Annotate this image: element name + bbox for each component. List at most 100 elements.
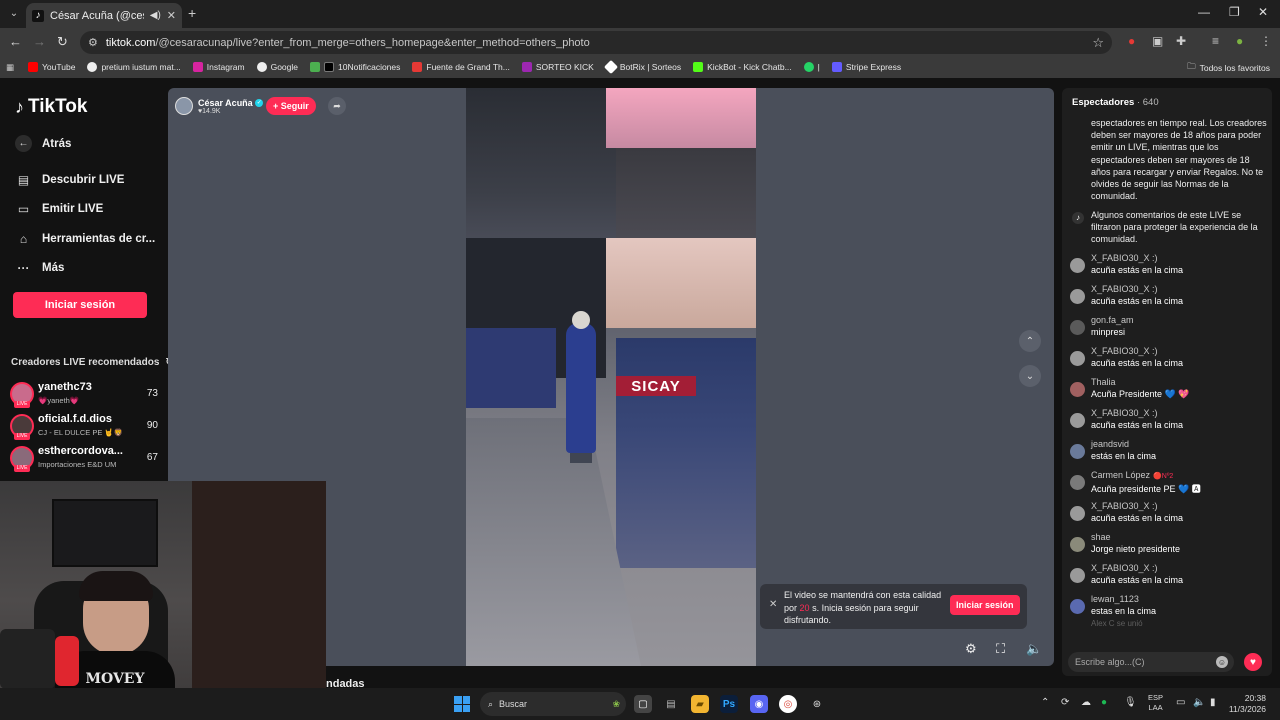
avatar[interactable] bbox=[1070, 382, 1085, 397]
forward-icon[interactable]: → bbox=[33, 34, 46, 49]
creator-item[interactable]: LIVE esthercordova... Importaciones E&D … bbox=[10, 444, 160, 474]
back-icon[interactable]: ← bbox=[9, 34, 22, 49]
chat-username[interactable]: X_FABIO30_X :) bbox=[1091, 346, 1158, 356]
browser-tab[interactable]: ♪ César Acuña (@cesaracuna ◀) ✕ bbox=[26, 3, 182, 28]
creator-item[interactable]: LIVE yanethc73 💗yaneth💗 73 bbox=[10, 380, 160, 410]
viewers-header[interactable]: Espectadores · 640 bbox=[1072, 97, 1159, 108]
discord-icon[interactable]: ◉ bbox=[750, 695, 768, 713]
tab-search-icon[interactable]: ⌄ bbox=[6, 5, 22, 21]
browser-menu-icon[interactable]: ⋮ bbox=[1260, 34, 1272, 48]
next-live-chevron-down-icon[interactable]: ⌄ bbox=[1019, 365, 1041, 387]
media-control-icon[interactable]: ≡ bbox=[1212, 34, 1219, 48]
login-button[interactable]: Iniciar sesión bbox=[13, 292, 147, 318]
tray-mic-icon[interactable]: 🎙 bbox=[1124, 697, 1137, 708]
follow-button[interactable]: + Seguir bbox=[266, 97, 316, 115]
chat-message[interactable]: gon.fa_am minpresi bbox=[1068, 315, 1268, 345]
emoji-icon[interactable]: ☺ bbox=[1216, 656, 1228, 668]
toast-login-button[interactable]: Iniciar sesión bbox=[950, 595, 1020, 615]
chat-message[interactable]: X_FABIO30_X :) acuña estás en la cima bbox=[1068, 501, 1268, 531]
bookmark-stripe[interactable]: Stripe Express bbox=[831, 62, 901, 72]
heart-gift-icon[interactable]: ♥ bbox=[1244, 653, 1262, 671]
url-field[interactable]: ⚙ tiktok.com/@cesaracunap/live?enter_fro… bbox=[80, 31, 1112, 54]
bookmark-instagram[interactable]: Instagram bbox=[192, 62, 245, 72]
audio-icon[interactable]: ◀) bbox=[150, 10, 161, 21]
sidebar-item-more[interactable]: ··· Más bbox=[15, 259, 65, 276]
sidebar-item-discover-live[interactable]: ▤ Descubrir LIVE bbox=[15, 171, 125, 188]
taskbar-clock[interactable]: 20:38 11/3/2026 bbox=[1226, 693, 1266, 715]
chat-username[interactable]: X_FABIO30_X :) bbox=[1091, 253, 1158, 263]
bookmark-pretium[interactable]: pretium iustum mat... bbox=[87, 62, 181, 72]
extension-red-icon[interactable]: ● bbox=[1128, 34, 1135, 48]
minimize-icon[interactable]: — bbox=[1198, 5, 1210, 19]
host-avatar[interactable] bbox=[175, 97, 193, 115]
avatar[interactable] bbox=[1070, 444, 1085, 459]
profile-avatar[interactable]: ● bbox=[1236, 34, 1243, 48]
avatar[interactable] bbox=[1070, 506, 1085, 521]
bookmark-botrix[interactable]: BotRix | Sorteos bbox=[603, 59, 681, 75]
chat-message[interactable]: jeandsvid estás en la cima bbox=[1068, 439, 1268, 469]
close-window-icon[interactable]: ✕ bbox=[1258, 5, 1268, 19]
back-link[interactable]: ← Atrás bbox=[15, 135, 71, 152]
chat-message[interactable]: Thalia Acuña Presidente 💙 💖 bbox=[1068, 377, 1268, 407]
taskbar-search[interactable]: ⌕ Buscar ❀ bbox=[480, 692, 626, 716]
share-icon[interactable]: ➦ bbox=[328, 97, 346, 115]
speaker-icon[interactable]: 🔈 bbox=[1193, 697, 1205, 708]
all-bookmarks-folder[interactable]: 🗀 Todos los favoritos bbox=[1187, 61, 1270, 75]
avatar[interactable] bbox=[1070, 475, 1085, 490]
avatar[interactable] bbox=[1070, 568, 1085, 583]
file-explorer-icon[interactable]: ▰ bbox=[691, 695, 709, 713]
chat-username[interactable]: X_FABIO30_X :) bbox=[1091, 284, 1158, 294]
avatar[interactable] bbox=[1070, 320, 1085, 335]
app-icon[interactable]: ⊛ bbox=[808, 695, 826, 713]
avatar[interactable] bbox=[1070, 351, 1085, 366]
chat-message[interactable]: X_FABIO30_X :) acuña estás en la cima bbox=[1068, 408, 1268, 438]
settings-gear-icon[interactable]: ⚙ bbox=[965, 641, 977, 657]
close-tab-icon[interactable]: ✕ bbox=[167, 9, 176, 22]
input-language[interactable]: ESP LAA bbox=[1148, 693, 1163, 713]
bookmark-google[interactable]: Google bbox=[256, 62, 298, 72]
bookmark-10notificaciones[interactable]: 10Notificaciones bbox=[310, 62, 400, 72]
bookmark-fuente[interactable]: Fuente de Grand Th... bbox=[412, 62, 510, 72]
tray-cloud-icon[interactable]: ☁ bbox=[1081, 697, 1091, 708]
tiktok-logo[interactable]: ♪ TikTok bbox=[15, 96, 87, 118]
chat-username[interactable]: shae bbox=[1091, 532, 1111, 542]
chrome-icon[interactable]: ◎ bbox=[779, 695, 797, 713]
previous-live-chevron-up-icon[interactable]: ⌃ bbox=[1019, 330, 1041, 352]
battery-icon[interactable]: ▮ bbox=[1210, 697, 1216, 708]
windows-start-icon[interactable] bbox=[454, 696, 470, 712]
chat-message[interactable]: shae Jorge nieto presidente bbox=[1068, 532, 1268, 562]
reload-icon[interactable]: ↻ bbox=[57, 34, 68, 50]
close-toast-icon[interactable]: ✕ bbox=[769, 599, 777, 610]
avatar[interactable] bbox=[1070, 599, 1085, 614]
chat-message[interactable]: X_FABIO30_X :) acuña estás en la cima bbox=[1068, 253, 1268, 283]
extensions-puzzle-icon[interactable]: ✚ bbox=[1176, 34, 1186, 48]
chat-username[interactable]: X_FABIO30_X :) bbox=[1091, 408, 1158, 418]
new-tab-icon[interactable]: + bbox=[188, 5, 196, 21]
chat-username[interactable]: Carmen López bbox=[1091, 470, 1150, 480]
photoshop-icon[interactable]: Ps bbox=[720, 695, 738, 713]
network-icon[interactable]: ▭ bbox=[1176, 697, 1185, 708]
chat-input[interactable]: Escribe algo...(C) ☺ bbox=[1068, 652, 1234, 672]
tray-app-icon[interactable]: ⟳ bbox=[1061, 697, 1069, 708]
chat-username[interactable]: X_FABIO30_X :) bbox=[1091, 501, 1158, 511]
fullscreen-icon[interactable]: ⛶ bbox=[996, 641, 1005, 657]
task-view-icon[interactable]: ▢ bbox=[634, 695, 652, 713]
bookmark-youtube[interactable]: YouTube bbox=[28, 62, 75, 72]
chat-message[interactable]: X_FABIO30_X :) acuña estás en la cima bbox=[1068, 346, 1268, 376]
bookmark-whatsapp[interactable]: | bbox=[803, 62, 820, 72]
widgets-icon[interactable]: ▤ bbox=[662, 695, 680, 713]
volume-icon[interactable]: 🔈 bbox=[1026, 641, 1042, 657]
chat-username[interactable]: jeandsvid bbox=[1091, 439, 1129, 449]
tray-green-icon[interactable]: ● bbox=[1101, 697, 1107, 708]
live-video[interactable]: SICAY bbox=[466, 88, 756, 666]
extension-box-icon[interactable]: ▣ bbox=[1152, 34, 1163, 48]
chat-message[interactable]: X_FABIO30_X :) acuña estás en la cima bbox=[1068, 563, 1268, 593]
creator-item[interactable]: LIVE oficial.f.d.dios CJ - EL DULCE PE 🤘… bbox=[10, 412, 160, 442]
restore-icon[interactable]: ❐ bbox=[1229, 5, 1240, 19]
chat-username[interactable]: X_FABIO30_X :) bbox=[1091, 563, 1158, 573]
avatar[interactable] bbox=[1070, 537, 1085, 552]
sidebar-item-go-live[interactable]: ▭ Emitir LIVE bbox=[15, 200, 104, 217]
bookmark-star-icon[interactable]: ☆ bbox=[1092, 35, 1104, 51]
avatar[interactable] bbox=[1070, 413, 1085, 428]
avatar[interactable] bbox=[1070, 258, 1085, 273]
